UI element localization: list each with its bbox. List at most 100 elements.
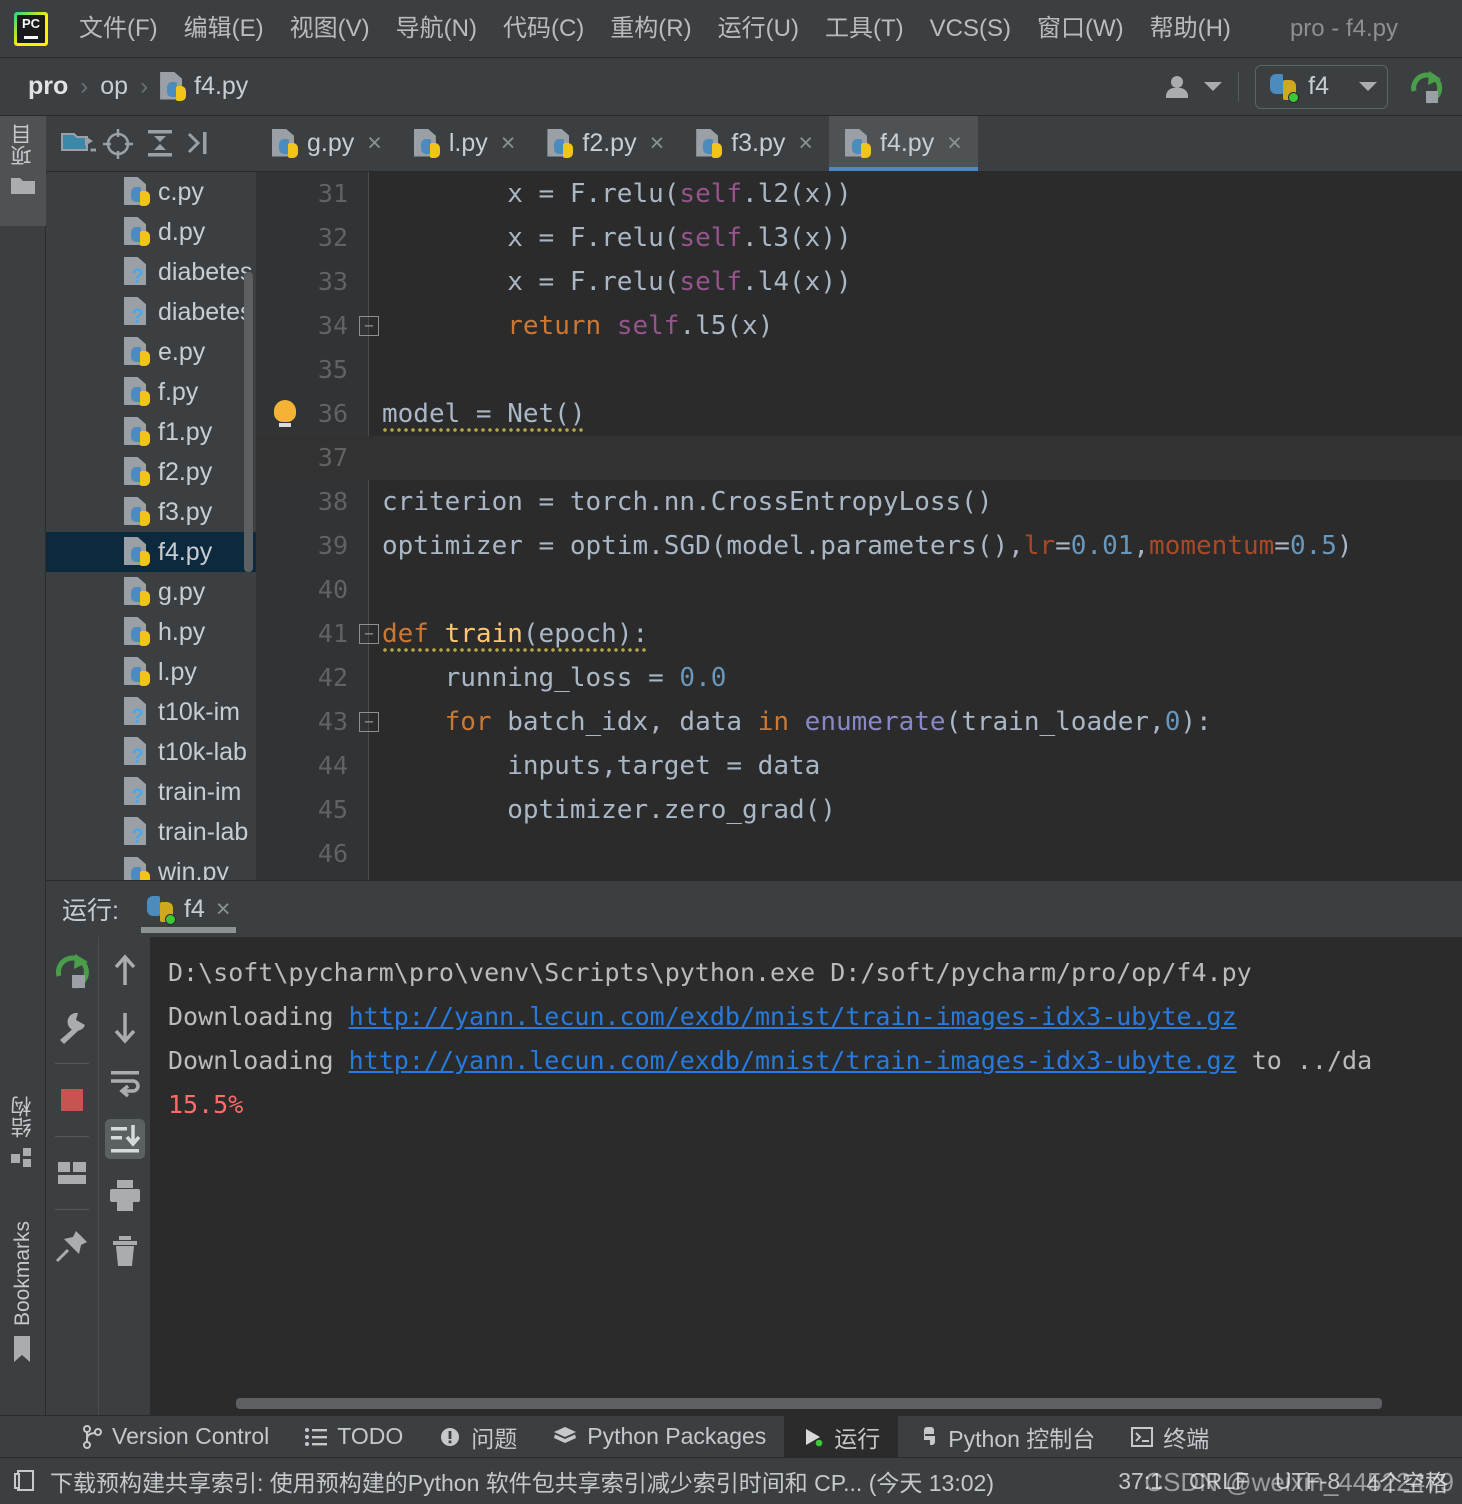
close-icon[interactable]: × xyxy=(367,129,382,158)
hide-panel-icon[interactable] xyxy=(186,128,222,160)
settings-wrench-icon[interactable] xyxy=(52,1007,92,1047)
code-fold-icon[interactable]: − xyxy=(359,316,379,336)
tree-item-f4-py[interactable]: f4.py xyxy=(46,532,256,572)
close-icon[interactable]: × xyxy=(501,129,516,158)
editor-tab-f4-py[interactable]: f4.py × xyxy=(829,116,978,171)
down-arrow-icon[interactable] xyxy=(105,1007,145,1047)
code-line[interactable]: 34− return self.l5(x) xyxy=(256,304,1462,348)
soft-wrap-icon[interactable] xyxy=(105,1063,145,1103)
tree-item-l-py[interactable]: l.py xyxy=(46,652,256,692)
tree-item-f3-py[interactable]: f3.py xyxy=(46,492,256,532)
code-line[interactable]: 33 x = F.relu(self.l4(x)) xyxy=(256,260,1462,304)
menu-navigate[interactable]: 导航(N) xyxy=(383,0,490,58)
breadcrumb-file[interactable]: f4.py xyxy=(194,72,248,101)
code-line[interactable]: 44 inputs,target = data xyxy=(256,744,1462,788)
code-line[interactable]: 46 xyxy=(256,832,1462,876)
bottom-item-version-control[interactable]: Version Control xyxy=(64,1416,287,1458)
breadcrumb-folder[interactable]: op xyxy=(100,72,128,101)
rail-tab-project[interactable]: 项目 xyxy=(0,116,46,226)
editor-tab-l-py[interactable]: l.py × xyxy=(398,116,532,171)
console-link[interactable]: http://yann.lecun.com/exdb/mnist/train-i… xyxy=(349,1046,1237,1075)
tree-item-t10k-im[interactable]: ? t10k-im xyxy=(46,692,256,732)
rail-tab-structure[interactable]: 结构 xyxy=(0,1096,46,1172)
menu-vcs[interactable]: VCS(S) xyxy=(917,0,1024,58)
rail-tab-bookmarks[interactable]: Bookmarks xyxy=(0,1221,46,1363)
user-account-button[interactable] xyxy=(1163,75,1223,98)
run-console-output[interactable]: D:\soft\pycharm\pro\venv\Scripts\python.… xyxy=(150,937,1462,1415)
menu-edit[interactable]: 编辑(E) xyxy=(171,0,277,58)
indent-setting[interactable]: 4个空格 xyxy=(1366,1464,1448,1498)
print-icon[interactable] xyxy=(105,1175,145,1215)
menu-view[interactable]: 视图(V) xyxy=(277,0,383,58)
bottom-item-python-console[interactable]: Python 控制台 xyxy=(898,1416,1113,1458)
project-tree[interactable]: c.py d.py? diabetes? diabetes e.py f.py f1.py f… xyxy=(46,172,256,940)
run-tab-f4[interactable]: f4 × xyxy=(133,881,244,937)
rerun-button[interactable] xyxy=(1408,69,1444,105)
code-line[interactable]: 42 running_loss = 0.0 xyxy=(256,656,1462,700)
tree-item-h-py[interactable]: h.py xyxy=(46,612,256,652)
tree-item-f2-py[interactable]: f2.py xyxy=(46,452,256,492)
code-line[interactable]: 43− for batch_idx, data in enumerate(tra… xyxy=(256,700,1462,744)
code-line[interactable]: 32 x = F.relu(self.l3(x)) xyxy=(256,216,1462,260)
code-fold-icon[interactable]: − xyxy=(359,624,379,644)
menu-help[interactable]: 帮助(H) xyxy=(1137,0,1244,58)
project-tree-scrollbar[interactable] xyxy=(244,272,253,572)
code-line[interactable]: 37 xyxy=(256,436,1462,480)
collapse-all-icon[interactable] xyxy=(144,128,180,160)
select-opened-file-icon[interactable] xyxy=(60,128,96,160)
code-line[interactable]: 38 criterion = torch.nn.CrossEntropyLoss(… xyxy=(256,480,1462,524)
background-task-icon[interactable] xyxy=(14,1469,36,1493)
menu-window[interactable]: 窗口(W) xyxy=(1024,0,1137,58)
close-icon[interactable]: × xyxy=(947,129,962,158)
tree-item-c-py[interactable]: c.py xyxy=(46,172,256,212)
code-line[interactable]: 45 optimizer.zero_grad() xyxy=(256,788,1462,832)
tree-item-f1-py[interactable]: f1.py xyxy=(46,412,256,452)
editor-tab-f2-py[interactable]: f2.py × xyxy=(531,116,680,171)
bottom-item-problems[interactable]: 问题 xyxy=(421,1416,535,1458)
caret-position[interactable]: 37:1 xyxy=(1118,1468,1163,1495)
breadcrumb-project[interactable]: pro xyxy=(28,72,68,101)
trash-icon[interactable] xyxy=(105,1231,145,1271)
code-line[interactable]: 39 optimizer = optim.SGD(model.parameters… xyxy=(256,524,1462,568)
code-fold-icon[interactable]: − xyxy=(359,712,379,732)
bottom-item-terminal[interactable]: 终端 xyxy=(1113,1416,1227,1458)
tree-item-train-lab[interactable]: ? train-lab xyxy=(46,812,256,852)
menu-tools[interactable]: 工具(T) xyxy=(812,0,917,58)
up-arrow-icon[interactable] xyxy=(105,951,145,991)
line-separator[interactable]: CRLF xyxy=(1189,1468,1249,1495)
tree-item-diabetes[interactable]: ? diabetes xyxy=(46,292,256,332)
tree-item-t10k-lab[interactable]: ? t10k-lab xyxy=(46,732,256,772)
editor-tab-g-py[interactable]: g.py × xyxy=(256,116,398,171)
code-line[interactable]: 36 model = Net() xyxy=(256,392,1462,436)
bottom-item-todo[interactable]: TODO xyxy=(287,1416,421,1458)
run-configuration-selector[interactable]: f4 xyxy=(1255,64,1388,109)
file-encoding[interactable]: UTF-8 xyxy=(1275,1468,1340,1495)
console-horizontal-scrollbar[interactable] xyxy=(236,1398,1382,1409)
stop-icon[interactable] xyxy=(52,1080,92,1120)
bottom-item-python-packages[interactable]: Python Packages xyxy=(535,1416,784,1458)
scroll-to-end-icon[interactable] xyxy=(104,1119,145,1159)
tree-item-g-py[interactable]: g.py xyxy=(46,572,256,612)
code-line[interactable]: 31 x = F.relu(self.l2(x)) xyxy=(256,172,1462,216)
tree-item-d-py[interactable]: d.py xyxy=(46,212,256,252)
menu-refactor[interactable]: 重构(R) xyxy=(597,0,704,58)
intention-bulb-icon[interactable] xyxy=(274,400,296,427)
locate-target-icon[interactable] xyxy=(102,128,138,160)
editor-tab-f3-py[interactable]: f3.py × xyxy=(680,116,829,171)
code-line[interactable]: 35 xyxy=(256,348,1462,392)
tree-item-e-py[interactable]: e.py xyxy=(46,332,256,372)
status-message[interactable]: 下载预构建共享索引: 使用预构建的Python 软件包共享索引减少索引时间和 C… xyxy=(50,1464,994,1498)
menu-file[interactable]: 文件(F) xyxy=(66,0,171,58)
code-line[interactable]: 41− def train(epoch): xyxy=(256,612,1462,656)
tree-item-diabetes[interactable]: ? diabetes xyxy=(46,252,256,292)
menu-run[interactable]: 运行(U) xyxy=(705,0,812,58)
bottom-item-run[interactable]: 运行 xyxy=(784,1415,899,1458)
console-link[interactable]: http://yann.lecun.com/exdb/mnist/train-i… xyxy=(349,1002,1237,1031)
close-icon[interactable]: × xyxy=(650,129,665,158)
close-icon[interactable]: × xyxy=(216,895,231,924)
tree-item-f-py[interactable]: f.py xyxy=(46,372,256,412)
tree-item-train-im[interactable]: ? train-im xyxy=(46,772,256,812)
code-line[interactable]: 40 xyxy=(256,568,1462,612)
code-editor[interactable]: 31 x = F.relu(self.l2(x)) 32 x = F.relu(s… xyxy=(256,172,1462,940)
rerun-icon[interactable] xyxy=(52,951,92,991)
